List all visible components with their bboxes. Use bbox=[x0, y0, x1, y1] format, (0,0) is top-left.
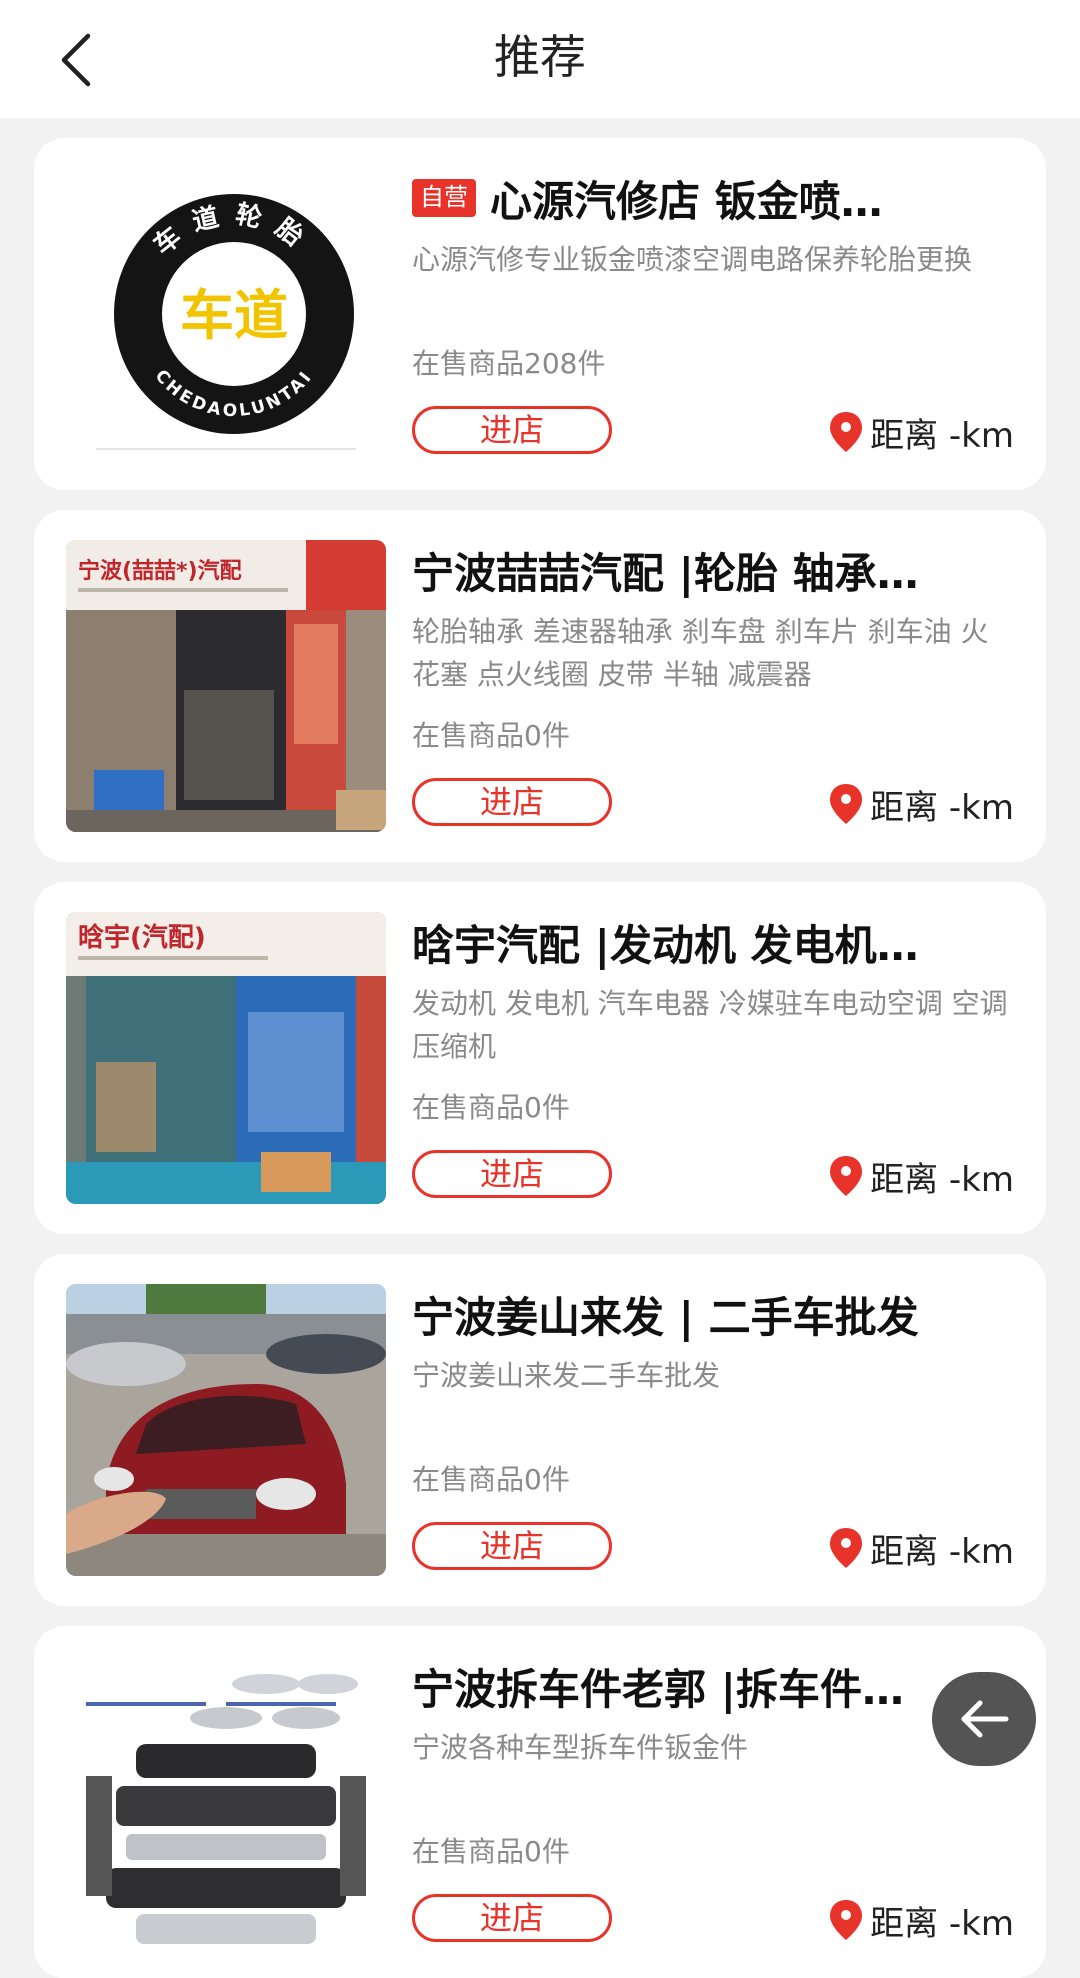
self-operated-badge: 自营 bbox=[412, 179, 476, 217]
distance-text: 距离 -km bbox=[870, 787, 1014, 828]
distance-text: 距离 -km bbox=[870, 1903, 1014, 1944]
shop-description: 发动机 发电机 汽车电器 冷媒驻车电动空调 空调压缩机 bbox=[412, 987, 1008, 1063]
store-sign-text: 晗宇(汽配) bbox=[78, 922, 206, 953]
distance-info: 距离 -km bbox=[828, 1896, 1014, 1944]
enter-shop-button[interactable]: 进店 bbox=[412, 406, 612, 454]
goods-count: 在售商品0件 bbox=[412, 719, 570, 752]
enter-shop-button[interactable]: 进店 bbox=[412, 1894, 612, 1942]
shop-photo bbox=[66, 1284, 386, 1576]
shop-name[interactable]: 宁波拆车件老郭 |拆车件… bbox=[412, 1656, 904, 1716]
location-pin-icon bbox=[830, 412, 863, 452]
distance-info: 距离 -km bbox=[828, 780, 1014, 828]
page-title: 推荐 bbox=[494, 30, 586, 84]
logo-text-center: 车道 bbox=[180, 284, 288, 347]
car-image bbox=[66, 1284, 386, 1576]
distance-info: 距离 -km bbox=[828, 408, 1014, 456]
goods-count: 在售商品0件 bbox=[412, 1091, 570, 1124]
arrow-left-icon bbox=[961, 1700, 1009, 1738]
distance-text: 距离 -km bbox=[870, 415, 1014, 456]
top-bar: 推荐 bbox=[0, 0, 1080, 118]
enter-shop-button[interactable]: 进店 bbox=[412, 1150, 612, 1198]
storefront-image: 宁波(喆喆*)汽配 bbox=[66, 540, 386, 832]
shop-card[interactable]: 晗宇(汽配) 晗宇汽配 |发动机 发电机… 发动机 发电机 汽车电器 冷媒驻车电… bbox=[34, 882, 1046, 1234]
shop-photo bbox=[66, 1656, 386, 1948]
tire-logo-image: 车道轮胎 CHEDAOLUNTAI 车道 bbox=[96, 194, 356, 450]
shop-name[interactable]: 宁波喆喆汽配 |轮胎 轴承… bbox=[412, 540, 919, 600]
goods-count: 在售商品0件 bbox=[412, 1463, 570, 1496]
distance-text: 距离 -km bbox=[870, 1531, 1014, 1572]
shop-card[interactable]: 宁波(喆喆*)汽配 宁波喆喆汽配 |轮胎 轴承… 轮胎轴承 差速器轴承 刹车盘 … bbox=[34, 510, 1046, 862]
shop-photo: 晗宇(汽配) bbox=[66, 912, 386, 1204]
distance-info: 距离 -km bbox=[828, 1524, 1014, 1572]
shop-name[interactable]: 心源汽修店 钣金喷… bbox=[490, 168, 883, 228]
enter-shop-button[interactable]: 进店 bbox=[412, 778, 612, 826]
parts-image bbox=[66, 1656, 386, 1948]
shop-name[interactable]: 晗宇汽配 |发动机 发电机… bbox=[412, 912, 919, 972]
location-pin-icon bbox=[830, 1156, 863, 1196]
shop-card[interactable]: 宁波姜山来发 | 二手车批发 宁波姜山来发二手车批发 在售商品0件 进店 距离 … bbox=[34, 1254, 1046, 1606]
shop-description: 心源汽修专业钣金喷漆空调电路保养轮胎更换 bbox=[412, 243, 973, 276]
store-sign-text: 宁波(喆喆*)汽配 bbox=[78, 558, 242, 584]
distance-text: 距离 -km bbox=[870, 1159, 1014, 1200]
distance-info: 距离 -km bbox=[828, 1152, 1014, 1200]
shop-description: 宁波各种车型拆车件钣金件 bbox=[412, 1731, 749, 1764]
shop-card[interactable]: 宁波拆车件老郭 |拆车件… 宁波各种车型拆车件钣金件 在售商品0件 进店 距离 … bbox=[34, 1626, 1046, 1978]
storefront-image: 晗宇(汽配) bbox=[66, 912, 386, 1204]
floating-back-button[interactable] bbox=[932, 1672, 1036, 1766]
goods-count: 在售商品0件 bbox=[412, 1835, 570, 1868]
shop-description: 宁波姜山来发二手车批发 bbox=[412, 1359, 721, 1392]
shop-name[interactable]: 宁波姜山来发 | 二手车批发 bbox=[412, 1284, 919, 1344]
location-pin-icon bbox=[830, 1900, 863, 1940]
shop-photo: 宁波(喆喆*)汽配 bbox=[66, 540, 386, 832]
goods-count: 在售商品208件 bbox=[412, 347, 606, 380]
location-pin-icon bbox=[830, 1528, 863, 1568]
shop-logo: 车道轮胎 CHEDAOLUNTAI 车道 bbox=[66, 168, 386, 460]
shop-description: 轮胎轴承 差速器轴承 刹车盘 刹车片 刹车油 火花塞 点火线圈 皮带 半轴 减震… bbox=[412, 615, 989, 691]
shop-card[interactable]: 车道轮胎 CHEDAOLUNTAI 车道 自营 心源汽修店 钣金喷… 心源汽修专… bbox=[34, 138, 1046, 490]
location-pin-icon bbox=[830, 784, 863, 824]
enter-shop-button[interactable]: 进店 bbox=[412, 1522, 612, 1570]
